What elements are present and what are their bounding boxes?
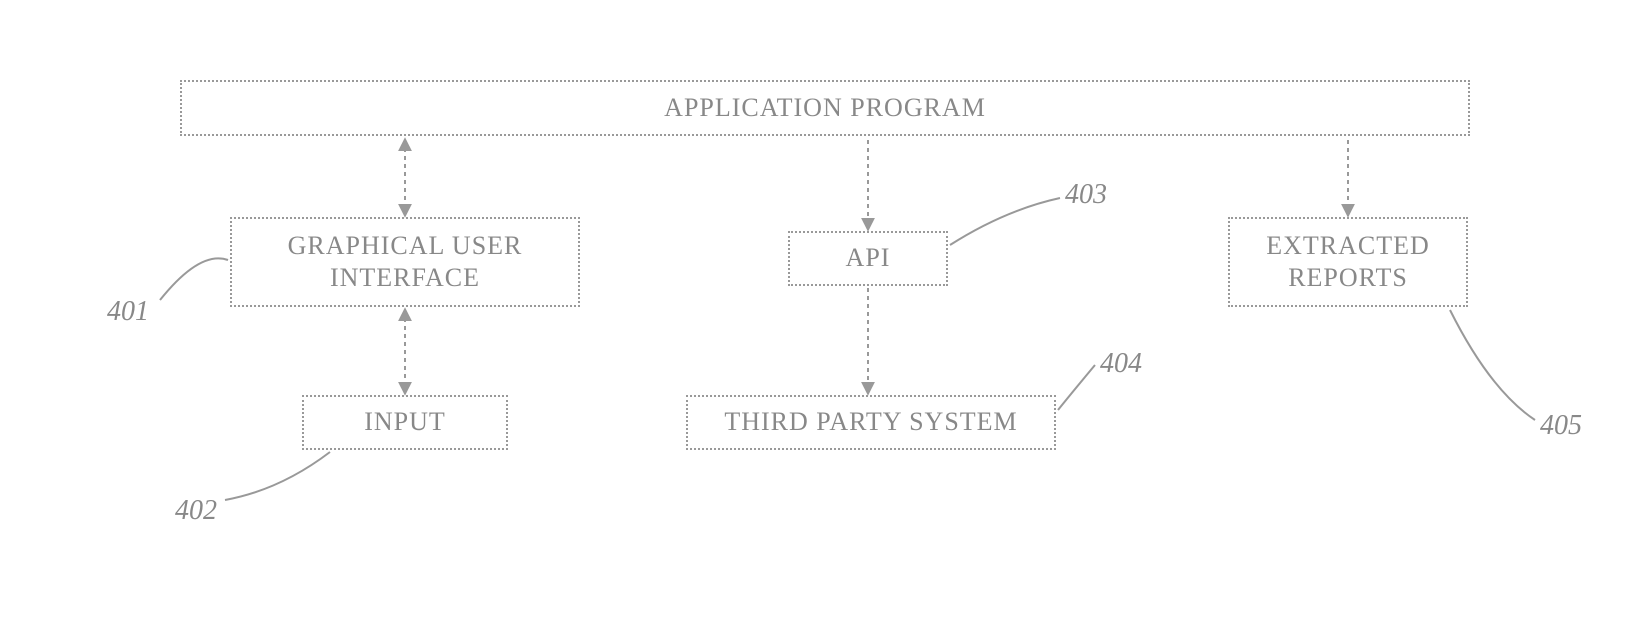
box-label: INPUT <box>364 406 446 439</box>
ref-label-402: 402 <box>175 495 217 527</box>
ref-label-404: 404 <box>1100 348 1142 380</box>
box-label: APPLICATION PROGRAM <box>664 92 986 125</box>
leader-403 <box>950 198 1060 245</box>
leader-402 <box>225 452 330 500</box>
box-application-program: APPLICATION PROGRAM <box>180 80 1470 136</box>
leader-404 <box>1058 365 1095 410</box>
box-api: API <box>788 231 948 286</box>
box-third-party: THIRD PARTY SYSTEM <box>686 395 1056 450</box>
box-label: API <box>846 242 891 275</box>
ref-label-401: 401 <box>107 296 149 328</box>
box-extracted-reports: EXTRACTED REPORTS <box>1228 217 1468 307</box>
ref-label-405: 405 <box>1540 410 1582 442</box>
diagram-stage: APPLICATION PROGRAM GRAPHICAL USER INTER… <box>0 0 1651 632</box>
box-gui: GRAPHICAL USER INTERFACE <box>230 217 580 307</box>
leader-405 <box>1450 310 1535 420</box>
box-label: GRAPHICAL USER INTERFACE <box>240 230 570 295</box>
leader-401 <box>160 258 228 300</box>
ref-label-403: 403 <box>1065 179 1107 211</box>
box-input: INPUT <box>302 395 508 450</box>
box-label: THIRD PARTY SYSTEM <box>724 406 1017 439</box>
box-label: EXTRACTED REPORTS <box>1238 230 1458 295</box>
